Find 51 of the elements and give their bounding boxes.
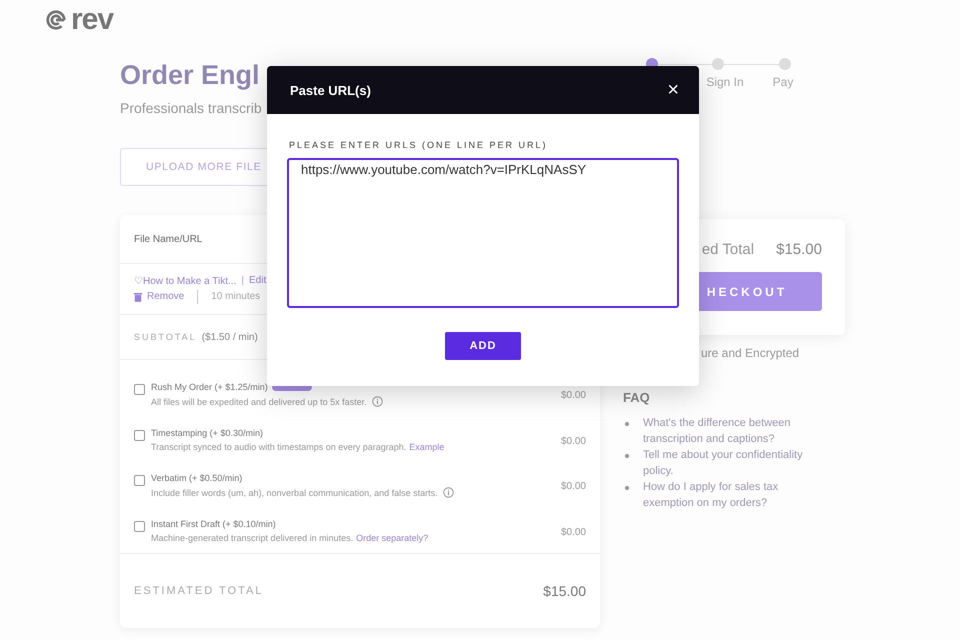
secure-text: ure and Encrypted (700, 346, 800, 360)
faq-link[interactable]: What's the difference between transcription and captions? (643, 415, 828, 447)
option-link[interactable]: Order separately? (356, 533, 428, 543)
logo-icon (45, 9, 67, 31)
option-price: $0.00 (560, 436, 586, 447)
summary-total-value: $15.00 (776, 241, 822, 258)
option-price: $0.00 (560, 390, 586, 401)
option-title: Verbatim (+ $0.50/min) (151, 473, 242, 483)
subtotal-label: SUBTOTAL (134, 332, 197, 342)
faq-heading: FAQ (623, 390, 651, 405)
estimated-total-value: $15.00 (543, 583, 586, 599)
bullet-icon (625, 486, 629, 490)
trash-icon (134, 292, 142, 302)
option-price: $0.00 (560, 481, 586, 492)
bullet-icon (625, 454, 629, 458)
page-title: Order Engl (120, 59, 260, 92)
faq-link[interactable]: Tell me about your confidentiality policy. (643, 447, 828, 479)
separator: | (241, 275, 244, 286)
summary-total-label: ed Total (702, 241, 754, 258)
option-checkbox[interactable] (134, 430, 145, 441)
option-description: Transcript synced to audio with timestamps on every paragraph. (151, 442, 406, 452)
option-title: Rush My Order (+ $1.25/min) (151, 382, 268, 392)
close-button[interactable]: × (667, 80, 679, 100)
option-description: Machine-generated transcript delivered in minutes. (151, 533, 354, 543)
column-header: File Name/URL (134, 234, 202, 244)
option-description: Include filler words (um, ah), nonverbal communication, and false starts. (151, 488, 438, 498)
add-button[interactable]: ADD (445, 332, 521, 360)
option-price: $0.00 (560, 527, 586, 538)
logo-text[interactable]: rev (71, 6, 114, 34)
file-duration: 10 minutes (211, 291, 260, 302)
faq-link[interactable]: How do I apply for sales tax exemption on my orders? (643, 479, 828, 511)
info-icon[interactable] (372, 396, 383, 407)
option-description: All files will be expedited and delivered up to 5x faster. (151, 396, 367, 406)
dialog-title: Paste URL(s) (290, 82, 371, 98)
estimated-total-label: ESTIMATED TOTAL (134, 585, 264, 597)
info-icon[interactable] (442, 487, 454, 498)
option-checkbox[interactable] (134, 475, 145, 486)
file-name-link[interactable]: ♡How to Make a Tikt... (134, 274, 236, 286)
edit-link[interactable]: Edit (248, 275, 266, 286)
urls-input-field[interactable]: https://www.youtube.com/watch?v=IPrKLqNAsSY (287, 158, 679, 308)
option-title: Timestamping (+ $0.30/min) (151, 428, 263, 438)
bullet-icon (625, 422, 629, 426)
remove-link[interactable]: Remove (147, 291, 184, 302)
option-link[interactable]: Example (409, 442, 444, 452)
page-subtitle: Professionals transcrib (120, 100, 262, 116)
subtotal-rate: ($1.50 / min) (202, 332, 258, 342)
option-checkbox[interactable] (134, 521, 145, 532)
option-checkbox[interactable] (134, 384, 145, 395)
option-title: Instant First Draft (+ $0.10/min) (151, 519, 276, 529)
step-label: Pay (772, 75, 794, 89)
urls-label: PLEASE ENTER URLS (ONE LINE PER URL) (289, 140, 549, 150)
